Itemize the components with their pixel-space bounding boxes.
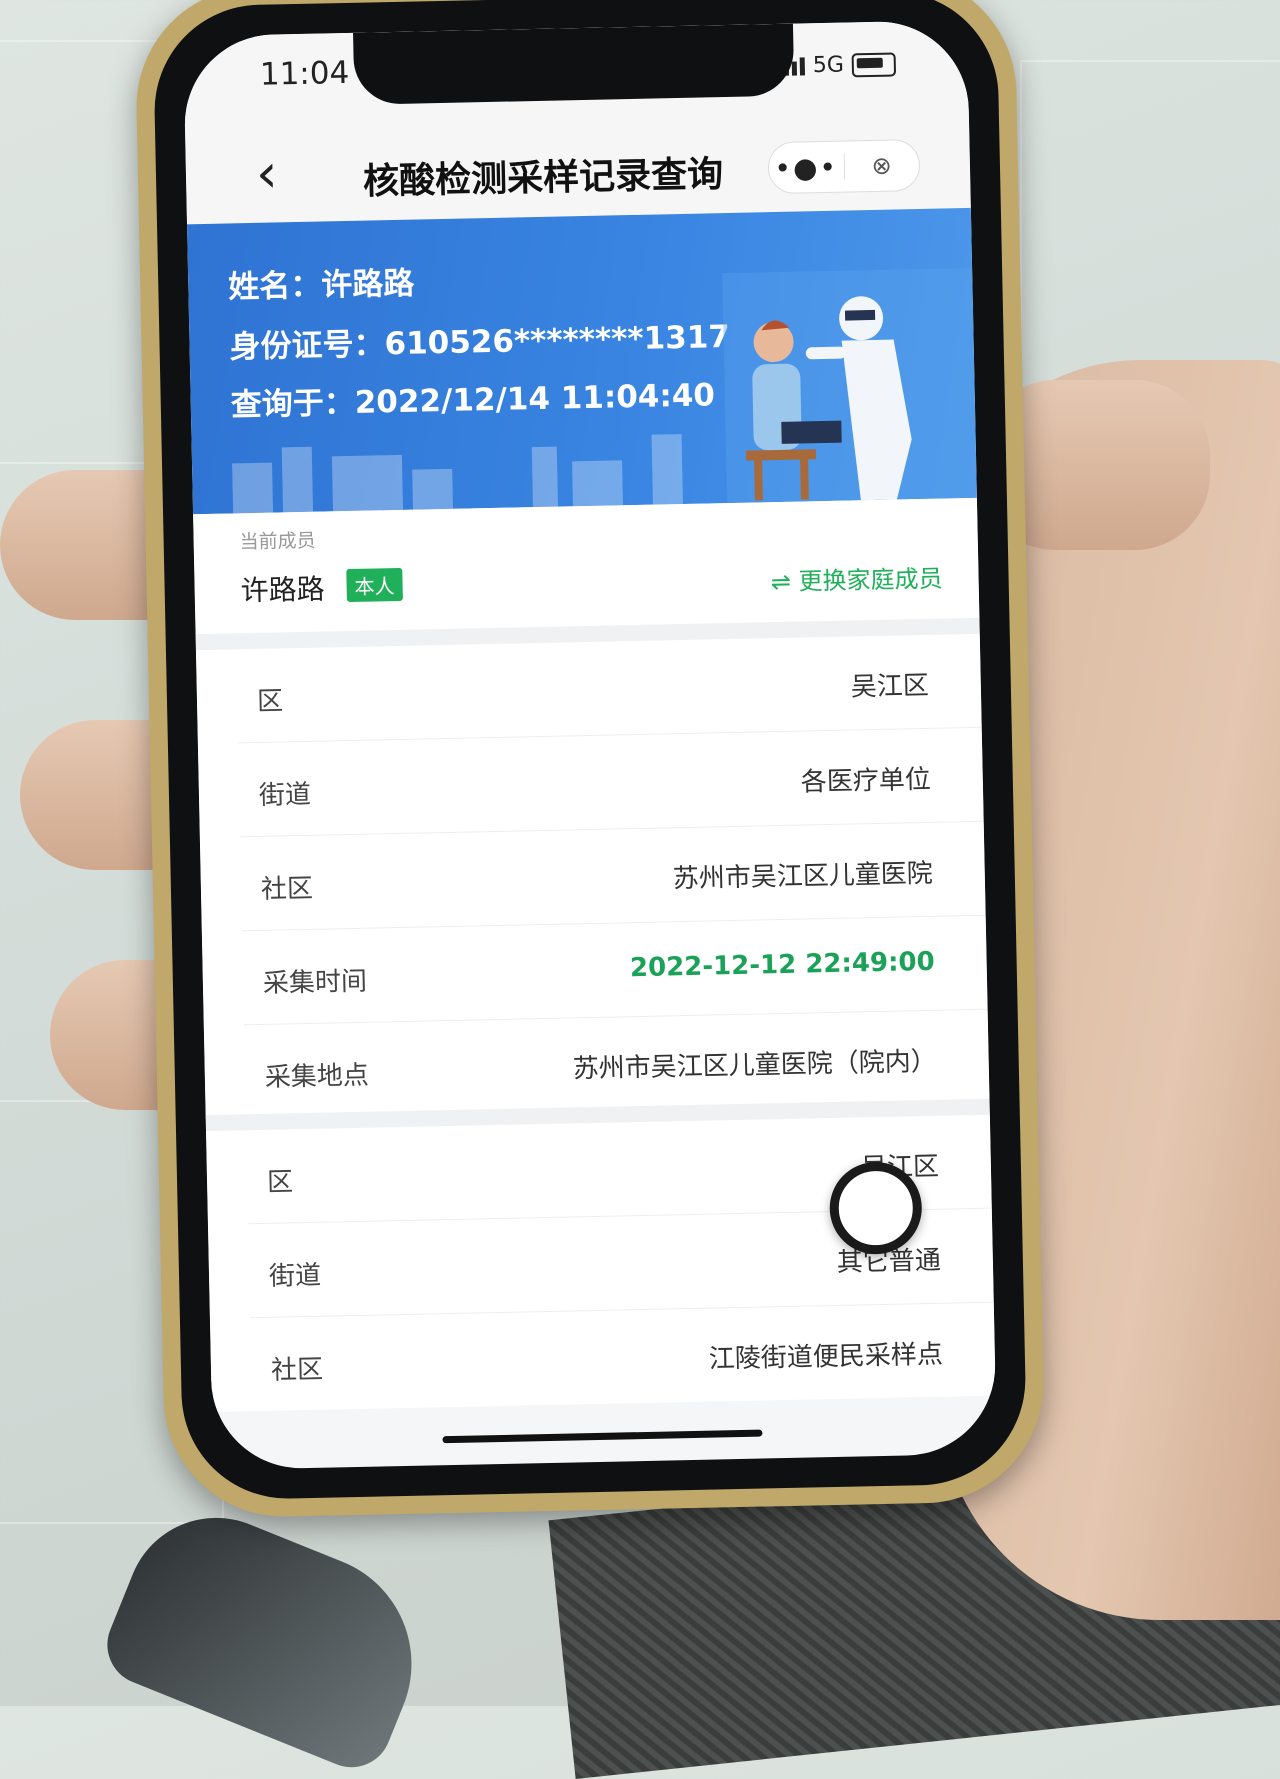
row-value: 江陵街道便民采样点 — [708, 1339, 944, 1375]
phone-screen: 11:04 5G ‹ 核酸检测采样记录查询 •●• ⊗ 姓名：许路路 身份证号：… — [183, 19, 997, 1471]
miniprogram-capsule: •●• ⊗ — [767, 138, 921, 195]
record-row-street: 街道 各医疗单位 — [237, 727, 984, 838]
row-value: 苏州市吴江区儿童医院 — [672, 858, 934, 895]
record-row-community: 社区 苏州市吴江区儿童医院 — [239, 821, 986, 932]
record-row-collection-time: 采集时间 2022-12-12 22:49:00 — [241, 915, 988, 1026]
row-label: 区 — [266, 1167, 294, 1198]
member-name: 许路路 — [240, 572, 326, 608]
row-value: 吴江区 — [850, 670, 930, 703]
row-label: 社区 — [260, 873, 314, 905]
row-label: 街道 — [268, 1260, 322, 1292]
home-indicator[interactable] — [442, 1429, 763, 1444]
more-icon[interactable]: •●• — [769, 150, 844, 185]
id-line: 身份证号：610526********1317 — [229, 318, 731, 366]
row-label: 社区 — [270, 1354, 324, 1386]
row-label: 区 — [256, 686, 284, 717]
member-caption: 当前成员 — [239, 529, 316, 554]
close-icon[interactable]: ⊗ — [844, 151, 919, 181]
row-label: 街道 — [258, 779, 312, 811]
name-line: 姓名：许路路 — [227, 265, 415, 306]
nav-bar: ‹ 核酸检测采样记录查询 •●• ⊗ — [185, 115, 971, 225]
info-banner: 姓名：许路路 身份证号：610526********1317 查询于：2022/… — [187, 207, 977, 515]
phone-notch — [353, 23, 795, 105]
switch-member-link[interactable]: ⇌ 更换家庭成员 — [770, 559, 943, 598]
record-row-district: 区 吴江区 — [235, 633, 982, 744]
collection-time-value: 2022-12-12 22:49:00 — [629, 946, 935, 984]
row-value: 各医疗单位 — [800, 764, 932, 798]
skyline-illustration — [232, 434, 683, 514]
status-indicators: 5G — [775, 51, 897, 79]
battery-icon — [851, 51, 897, 77]
query-time-line: 查询于：2022/12/14 11:04:40 — [230, 377, 716, 424]
current-member-section: 当前成员 许路路 本人 ⇌ 更换家庭成员 — [193, 497, 980, 635]
status-time: 11:04 — [259, 54, 350, 93]
self-badge: 本人 — [346, 567, 403, 603]
swab-test-illustration — [722, 267, 977, 504]
row-label: 采集地点 — [264, 1060, 370, 1093]
phone-bezel: 11:04 5G ‹ 核酸检测采样记录查询 •●• ⊗ 姓名：许路路 身份证号：… — [152, 0, 1028, 1501]
phone-frame: 11:04 5G ‹ 核酸检测采样记录查询 •●• ⊗ 姓名：许路路 身份证号：… — [134, 0, 1046, 1520]
shoe-background — [95, 1490, 445, 1779]
row-value: 苏州市吴江区儿童医院（院内） — [572, 1046, 938, 1085]
row-label: 采集时间 — [262, 966, 368, 999]
record-card: 区 吴江区 街道 各医疗单位 社区 苏州市吴江区儿童医院 采集时间 2022-1… — [195, 633, 990, 1120]
network-type: 5G — [812, 52, 845, 79]
record-row-community: 社区 江陵街道便民采样点 — [250, 1303, 996, 1412]
record-card: 区 吴江区 街道 其它普通 社区 江陵街道便民采样点 — [206, 1114, 996, 1413]
